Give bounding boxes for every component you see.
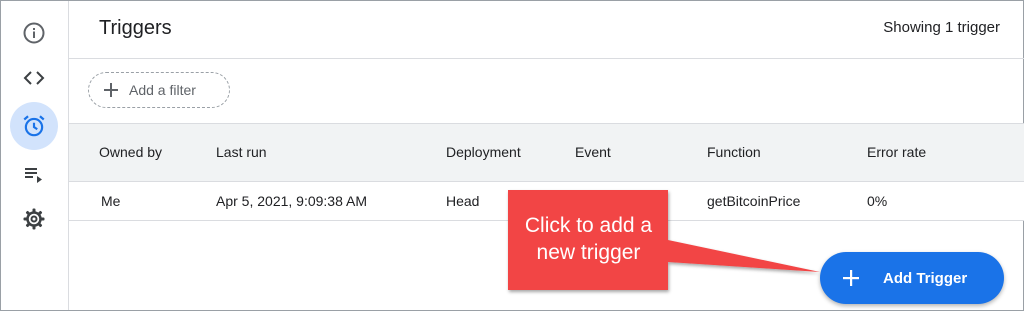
callout-line-1: Click to add a bbox=[524, 214, 653, 237]
cell-deployment: Head bbox=[446, 193, 480, 209]
nav-editor[interactable] bbox=[10, 54, 58, 102]
cell-last-run: Apr 5, 2021, 9:09:38 AM bbox=[216, 193, 367, 209]
cell-function: getBitcoinPrice bbox=[707, 193, 801, 209]
plus-icon bbox=[843, 270, 859, 286]
nav-triggers[interactable] bbox=[10, 102, 58, 150]
callout-text: Click to add a new trigger bbox=[505, 212, 672, 266]
table-header: Owned by Last run Deployment Event Funct… bbox=[69, 124, 1024, 182]
nav-settings[interactable] bbox=[10, 195, 58, 243]
column-header-deployment[interactable]: Deployment bbox=[446, 144, 521, 160]
add-trigger-label: Add Trigger bbox=[883, 269, 968, 287]
callout-line-2: new trigger bbox=[536, 241, 641, 264]
column-header-function[interactable]: Function bbox=[707, 144, 761, 160]
nav-executions[interactable] bbox=[10, 150, 58, 198]
nav-overview[interactable] bbox=[10, 9, 58, 57]
cell-error-rate: 0% bbox=[867, 193, 888, 209]
side-nav-rail bbox=[1, 1, 69, 310]
plus-icon bbox=[104, 83, 118, 97]
gear-icon bbox=[23, 208, 45, 230]
column-header-owned-by[interactable]: Owned by bbox=[99, 144, 162, 160]
code-icon bbox=[23, 71, 45, 85]
info-icon bbox=[23, 22, 45, 44]
column-header-last-run[interactable]: Last run bbox=[216, 144, 267, 160]
add-filter-button[interactable]: Add a filter bbox=[88, 72, 230, 108]
column-header-event[interactable]: Event bbox=[575, 144, 611, 160]
playlist-play-icon bbox=[25, 168, 42, 183]
add-trigger-button[interactable]: Add Trigger bbox=[820, 252, 1004, 304]
page-header: Triggers Showing 1 trigger bbox=[69, 0, 1024, 59]
add-filter-label: Add a filter bbox=[129, 82, 196, 98]
filter-bar: Add a filter bbox=[69, 59, 1024, 124]
cell-owned-by: Me bbox=[101, 193, 121, 209]
page-title: Triggers bbox=[99, 17, 172, 39]
alarm-clock-icon bbox=[23, 115, 45, 137]
trigger-count-text: Showing 1 trigger bbox=[883, 19, 1000, 36]
column-header-error-rate[interactable]: Error rate bbox=[867, 144, 926, 160]
